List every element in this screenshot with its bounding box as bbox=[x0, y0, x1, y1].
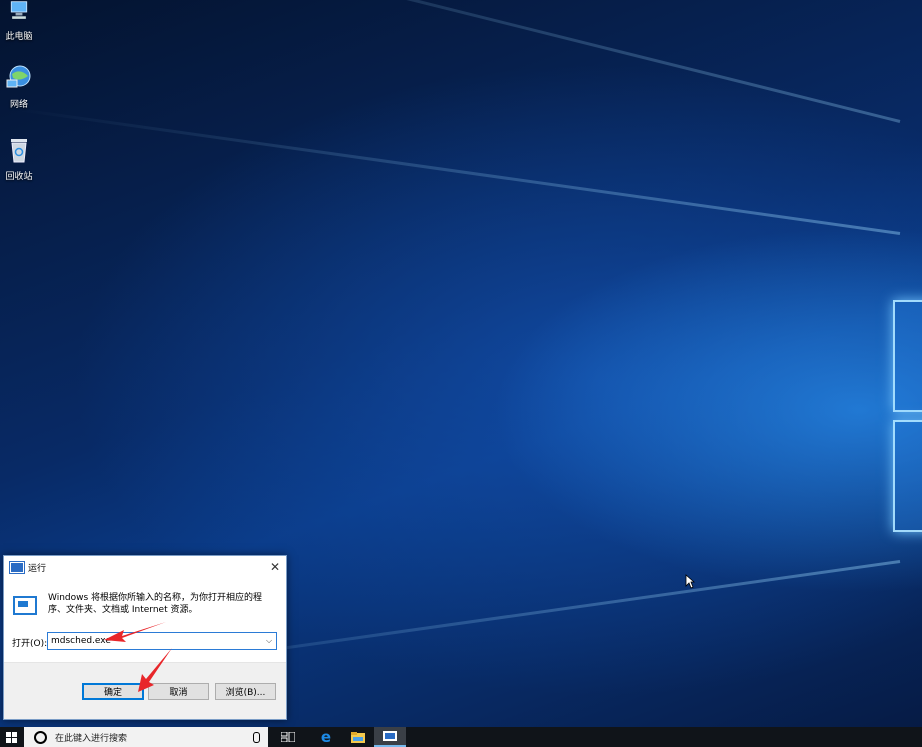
browse-button[interactable]: 浏览(B)... bbox=[215, 683, 276, 700]
desktop-icon-label: 回收站 bbox=[5, 172, 33, 182]
recycle-bin-icon bbox=[11, 139, 27, 163]
wallpaper-window-pane bbox=[893, 300, 922, 412]
run-program-icon bbox=[13, 596, 37, 615]
file-explorer-button[interactable] bbox=[342, 727, 374, 747]
task-view-icon bbox=[281, 732, 295, 742]
start-button[interactable] bbox=[0, 727, 22, 747]
run-taskbar-button[interactable] bbox=[374, 727, 406, 747]
wallpaper-beam bbox=[26, 0, 901, 123]
cortana-icon bbox=[34, 730, 47, 744]
run-dialog-title: 运行 bbox=[28, 563, 47, 574]
taskbar: 在此键入进行搜索 e bbox=[0, 727, 922, 747]
folder-icon bbox=[351, 731, 365, 743]
annotation-arrow-icon bbox=[104, 622, 166, 642]
desktop-icon-recycle-bin[interactable]: 回收站 bbox=[0, 136, 38, 182]
computer-icon bbox=[10, 1, 28, 19]
windows-logo-icon bbox=[5, 731, 17, 743]
microphone-icon[interactable] bbox=[253, 731, 260, 743]
close-icon: ✕ bbox=[269, 560, 281, 574]
run-icon bbox=[9, 560, 25, 574]
desktop-icon-label: 网络 bbox=[9, 100, 28, 110]
desktop-icon-computer[interactable]: 此电脑 bbox=[0, 0, 38, 42]
task-view-button[interactable] bbox=[272, 727, 304, 747]
search-placeholder: 在此键入进行搜索 bbox=[55, 733, 128, 744]
wallpaper-beam bbox=[8, 106, 901, 235]
open-label: 打开(O): bbox=[12, 639, 48, 649]
close-button[interactable]: ✕ bbox=[264, 556, 286, 578]
desktop-icon-label: 此电脑 bbox=[5, 32, 33, 42]
edge-button[interactable]: e bbox=[310, 727, 342, 747]
run-icon bbox=[383, 731, 397, 741]
desktop-icon-network[interactable]: 网络 bbox=[0, 64, 38, 110]
taskbar-search-box[interactable]: 在此键入进行搜索 bbox=[24, 727, 268, 747]
chevron-down-icon[interactable]: ⌵ bbox=[262, 636, 276, 646]
run-dialog-description: Windows 将根据你所输入的名称，为你打开相应的程序、文件夹、文档或 Int… bbox=[48, 593, 263, 615]
annotation-arrow-icon bbox=[138, 648, 172, 692]
edge-icon: e bbox=[320, 728, 332, 746]
run-dialog-titlebar[interactable]: 运行 ✕ bbox=[4, 556, 286, 578]
network-icon bbox=[6, 65, 31, 88]
mouse-cursor-icon bbox=[685, 574, 695, 589]
wallpaper-window-pane bbox=[893, 420, 922, 532]
